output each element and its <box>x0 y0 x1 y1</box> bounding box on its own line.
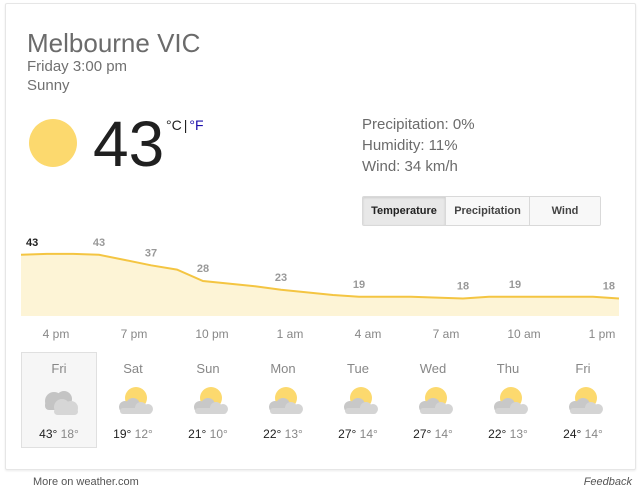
forecast-day-name: Fri <box>51 361 67 376</box>
forecast-temps: 22° 13° <box>246 427 320 441</box>
forecast-day[interactable]: Mon 22° 13° <box>246 353 320 448</box>
forecast-high: 27° <box>338 427 357 441</box>
forecast-day[interactable]: Wed 27° 14° <box>396 353 470 448</box>
chart-tick-label: 4 pm <box>43 327 70 341</box>
weather-com-link[interactable]: More on weather.com <box>33 476 139 488</box>
forecast-high: 43° <box>39 427 58 441</box>
forecast-day-name: Sat <box>123 361 143 376</box>
forecast-high: 27° <box>413 427 432 441</box>
chart-point-label: 19 <box>509 279 521 291</box>
feedback-link[interactable]: Feedback <box>584 476 632 488</box>
partly-cloudy-icon <box>194 387 228 414</box>
cloudy-icon <box>45 391 78 415</box>
forecast-temps: 22° 13° <box>471 427 545 441</box>
partly-cloudy-icon <box>269 387 303 414</box>
forecast-high: 22° <box>263 427 282 441</box>
forecast-day-name: Tue <box>347 361 369 376</box>
chart-tick-label: 4 am <box>355 327 382 341</box>
forecast-day[interactable]: Sun 21° 10° <box>171 353 245 448</box>
forecast-day[interactable]: Fri 24° 14° <box>546 353 620 448</box>
partly-cloudy-icon <box>494 387 528 414</box>
forecast-low: 13° <box>509 427 528 441</box>
forecast-low: 18° <box>60 427 79 441</box>
forecast-high: 24° <box>563 427 582 441</box>
chart-tick-label: 7 pm <box>121 327 148 341</box>
forecast-low: 14° <box>584 427 603 441</box>
chart-tick-label: 10 pm <box>195 327 228 341</box>
chart-point-label: 43 <box>26 237 38 249</box>
forecast-temps: 27° 14° <box>396 427 470 441</box>
forecast-day[interactable]: Sat 19° 12° <box>96 353 170 448</box>
forecast-low: 13° <box>284 427 303 441</box>
forecast-temps: 27° 14° <box>321 427 395 441</box>
forecast-temps: 21° 10° <box>171 427 245 441</box>
forecast-low: 14° <box>359 427 378 441</box>
forecast-day-name: Wed <box>419 361 447 376</box>
forecast-temps: 43° 18° <box>22 427 96 441</box>
forecast-day[interactable]: Thu 22° 13° <box>471 353 545 448</box>
forecast-day-name: Fri <box>575 361 591 376</box>
chart-point-label: 19 <box>353 279 365 291</box>
chart-tick-label: 7 am <box>433 327 460 341</box>
forecast-high: 21° <box>188 427 207 441</box>
partly-cloudy-icon <box>419 387 453 414</box>
chart-tick-label: 1 pm <box>589 327 616 341</box>
forecast-low: 12° <box>134 427 153 441</box>
chart-point-label: 18 <box>457 281 469 293</box>
chart-point-label: 28 <box>197 263 209 275</box>
forecast-temps: 19° 12° <box>96 427 170 441</box>
forecast-high: 19° <box>113 427 132 441</box>
partly-cloudy-icon <box>119 387 153 414</box>
forecast-day-name: Mon <box>270 361 296 376</box>
temperature-chart: 43 43 37 28 23 19 18 19 18 4 pm 7 pm 10 pm 1 am 4 am 7… <box>20 237 620 341</box>
forecast-day[interactable]: Tue 27° 14° <box>321 353 395 448</box>
forecast-low: 14° <box>434 427 453 441</box>
forecast-low: 10° <box>209 427 228 441</box>
partly-cloudy-icon <box>344 387 378 414</box>
chart-point-label: 23 <box>275 272 287 284</box>
chart-tick-label: 10 am <box>507 327 540 341</box>
chart-point-label: 18 <box>603 281 615 293</box>
chart-area-fill <box>21 253 619 316</box>
chart-tick-label: 1 am <box>277 327 304 341</box>
forecast-day-name: Thu <box>496 361 520 376</box>
forecast-day[interactable]: Fri 43° 18° <box>21 352 97 448</box>
chart-point-label: 37 <box>145 247 157 259</box>
forecast-temps: 24° 14° <box>546 427 620 441</box>
chart-point-label: 43 <box>93 237 105 249</box>
forecast-day-name: Sun <box>196 361 220 376</box>
partly-cloudy-icon <box>569 387 603 414</box>
forecast-high: 22° <box>488 427 507 441</box>
